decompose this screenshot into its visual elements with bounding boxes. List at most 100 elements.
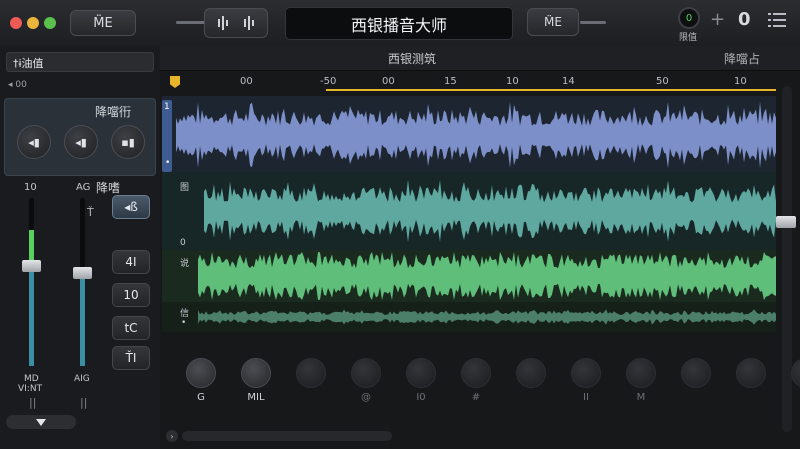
knob-dial[interactable] <box>406 358 436 388</box>
sidebar: †ɨ油值 ◂ 00 降噹衎 ◂▮ ◂▮ ▪▮ 10 AG 降嗜 Ť ◂ß 4I … <box>0 46 161 449</box>
fader-right-top-label: AG <box>76 182 91 193</box>
bottom-knob[interactable]: @ <box>351 358 386 403</box>
side-button-1[interactable]: 4I <box>112 250 150 274</box>
bottom-knob[interactable] <box>736 358 771 392</box>
knob-label: II <box>583 392 589 403</box>
track-2-waveform <box>204 179 776 243</box>
zoom-window-button[interactable] <box>44 17 56 29</box>
preset-selector[interactable]: †ɨ油值 <box>6 52 154 72</box>
track-3-waveform <box>198 252 776 300</box>
knob-label: MIL <box>247 392 265 403</box>
knob-dial[interactable] <box>681 358 711 388</box>
track-1[interactable]: 1 • <box>162 96 776 174</box>
knob-dial[interactable] <box>626 358 656 388</box>
chevron-down-icon <box>36 418 46 426</box>
section-1: 降噹衎 ◂▮ ◂▮ ▪▮ <box>4 98 156 176</box>
add-button[interactable]: + <box>710 9 725 30</box>
bottom-knob[interactable]: G <box>186 358 221 403</box>
right-mode-button[interactable]: M̈E <box>527 8 579 36</box>
app-title: 西银播音大师 <box>350 15 447 35</box>
fader-right-track[interactable] <box>80 198 85 366</box>
timeline-ruler[interactable]: 00 -50 00 15 10 14 50 10 <box>170 74 776 92</box>
preset-sub-label: ◂ 00 <box>8 80 27 90</box>
lcd-display: 西银播音大师 <box>285 7 513 40</box>
tune-icon: Ť <box>87 206 94 219</box>
bottom-knob[interactable] <box>791 358 800 392</box>
bottom-knob[interactable]: # <box>461 358 496 403</box>
knob-label: I0 <box>416 392 426 403</box>
side-button-4[interactable]: ŤI <box>112 346 150 370</box>
fader-left-bottom-label-2: VI:NT <box>18 384 43 394</box>
knob-dial[interactable] <box>241 358 271 388</box>
fader-left-handle[interactable] <box>22 260 41 272</box>
side-button-3[interactable]: tC <box>112 316 150 340</box>
knob-label: M <box>636 392 646 403</box>
knob-dial[interactable] <box>296 358 326 388</box>
minimize-window-button[interactable] <box>27 17 39 29</box>
section-2-title: 降嗜 <box>96 181 121 195</box>
bottom-knob[interactable]: II <box>571 358 606 403</box>
speaker-left-button[interactable]: ◂▮ <box>17 125 51 159</box>
bottom-controls: G MIL @ I0 # II M <box>180 358 800 418</box>
playhead-marker[interactable] <box>170 76 180 88</box>
scroll-left-button[interactable]: › <box>166 430 178 442</box>
track-1-label: 1 <box>164 102 170 112</box>
close-window-button[interactable] <box>10 17 22 29</box>
meter-value: 0 <box>685 12 693 24</box>
fader-left-top-label: 10 <box>24 182 37 193</box>
knob-dial[interactable] <box>461 358 491 388</box>
knob-label: @ <box>361 392 371 403</box>
section-1-title: 降噹衎 <box>95 105 132 119</box>
ruler-tick: -50 <box>320 76 337 87</box>
ruler-tick: 10 <box>734 76 747 87</box>
speaker-center-button[interactable]: ◂▮ <box>64 125 98 159</box>
vertical-scroll-handle[interactable] <box>776 216 796 228</box>
ruler-tick: 15 <box>444 76 457 87</box>
horizontal-scrollbar[interactable] <box>182 431 392 441</box>
speaker-right-button[interactable]: ▪▮ <box>111 125 145 159</box>
fader-left-link-icon: || <box>29 396 37 409</box>
fader-right-handle[interactable] <box>73 267 92 279</box>
bottom-knob[interactable]: MIL <box>241 358 276 403</box>
knob-dial[interactable] <box>736 358 766 388</box>
fader-left-fill <box>29 266 34 366</box>
bottom-knob[interactable]: M <box>626 358 661 403</box>
ruler-tick: 50 <box>656 76 669 87</box>
count-value: 0 <box>738 9 751 30</box>
meter-label: 限值 <box>679 33 698 43</box>
editor-header-right: 降噹占 <box>724 52 761 66</box>
track-2[interactable]: 图 0 <box>162 172 776 250</box>
fader-left-track[interactable] <box>29 198 34 366</box>
track-4-waveform <box>198 309 776 325</box>
editor-panel: 西银测筑 降噹占 00 -50 00 15 10 14 50 10 1 • 图 … <box>160 46 800 449</box>
speaker-toggle-button[interactable]: ◂ß <box>112 195 150 219</box>
editor-header: 西银测筑 降噹占 <box>160 46 800 71</box>
knob-label: # <box>471 392 481 403</box>
track-4[interactable]: 信 • <box>162 302 776 332</box>
track-3[interactable]: 说 <box>162 250 776 302</box>
knob-dial[interactable] <box>516 358 546 388</box>
side-button-2[interactable]: 10 <box>112 283 150 307</box>
knob-dial[interactable] <box>186 358 216 388</box>
bottom-knob[interactable] <box>681 358 716 392</box>
track-1-sublabel: • <box>165 158 171 168</box>
track-1-waveform <box>176 101 776 169</box>
knob-label: G <box>197 392 205 403</box>
bottom-knob[interactable] <box>516 358 551 392</box>
left-mode-button[interactable]: M̈E <box>70 10 136 36</box>
output-level-slider[interactable] <box>580 21 606 24</box>
fader-right-fill <box>80 272 85 366</box>
knob-dial[interactable] <box>571 358 601 388</box>
level-meter: 0 <box>678 7 700 29</box>
knob-dial[interactable] <box>351 358 381 388</box>
track-3-label: 说 <box>180 259 190 269</box>
input-level-slider[interactable] <box>176 21 206 24</box>
collapse-button[interactable] <box>6 415 76 429</box>
fader-right-link-icon: || <box>80 396 88 409</box>
waveform-left-button[interactable] <box>204 8 268 38</box>
knob-dial[interactable] <box>791 358 800 388</box>
bottom-knob[interactable] <box>296 358 331 392</box>
bottom-knob[interactable]: I0 <box>406 358 441 403</box>
menu-icon[interactable] <box>768 12 786 28</box>
selection-bar <box>326 89 776 91</box>
